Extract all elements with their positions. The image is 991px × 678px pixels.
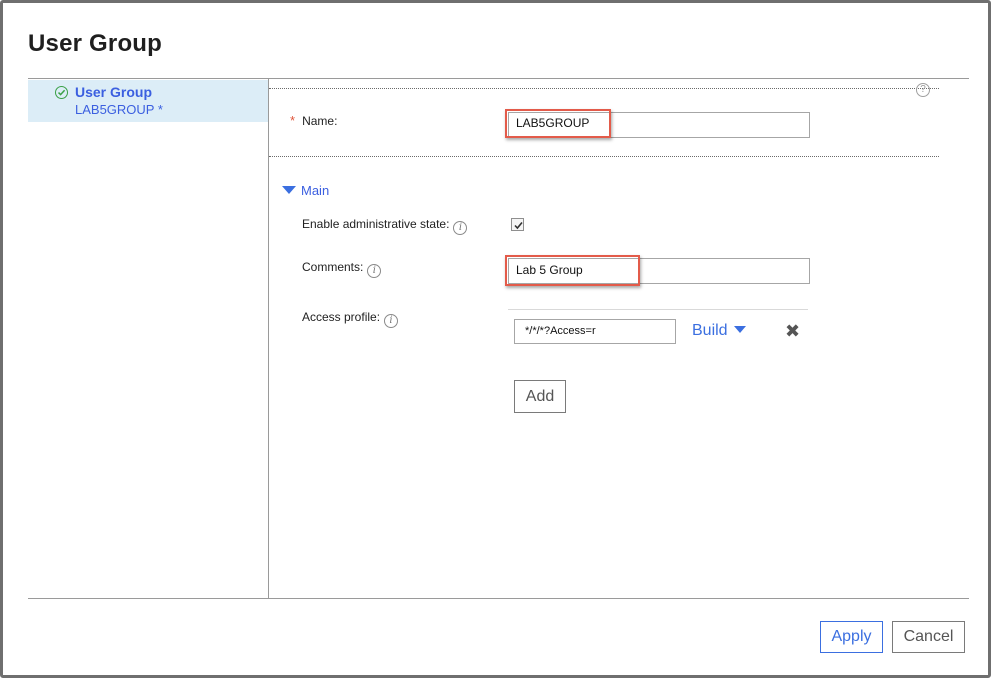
info-icon[interactable]: i [453, 221, 468, 235]
enable-admin-state-label: Enable administrative state: i [302, 217, 468, 235]
header-divider [28, 78, 969, 79]
sidebar-item-subtitle[interactable]: LAB5GROUP * [75, 102, 163, 117]
cancel-button[interactable]: Cancel [892, 621, 965, 653]
x-remove-icon[interactable]: ✖ [785, 321, 800, 342]
sidebar-item-title[interactable]: User Group [75, 84, 152, 100]
enable-admin-state-checkbox[interactable] [511, 218, 524, 231]
access-profile-label: Access profile: i [302, 310, 399, 328]
dialog-title: User Group [28, 30, 163, 57]
build-label: Build [692, 322, 728, 339]
access-profile-label-text: Access profile: [302, 310, 381, 324]
name-label-text: Name: [302, 114, 338, 128]
info-icon[interactable]: i [384, 314, 399, 328]
comments-label: Comments: i [302, 260, 382, 278]
info-icon[interactable]: i [367, 264, 382, 278]
comments-label-text: Comments: [302, 260, 364, 274]
help-icon[interactable]: ? [916, 83, 930, 97]
comments-value-highlight[interactable]: Lab 5 Group [505, 255, 640, 286]
main-section-label: Main [301, 183, 330, 198]
main-section-toggle[interactable]: Main [282, 183, 329, 198]
form-top-dotted-divider [269, 88, 939, 89]
form-name-dotted-divider [269, 156, 939, 157]
footer-divider [28, 598, 969, 599]
check-circle-icon [55, 86, 68, 99]
name-value-highlight[interactable]: LAB5GROUP [505, 109, 611, 138]
add-access-profile-button[interactable]: Add [514, 380, 566, 413]
triangle-down-icon [282, 186, 296, 194]
access-profile-input[interactable]: */*/*?Access=r [514, 319, 676, 344]
required-marker: * [290, 113, 296, 128]
user-group-dialog: User Group User Group LAB5GROUP * ? * Nam… [0, 0, 991, 678]
build-dropdown-button[interactable]: Build [692, 322, 746, 340]
name-label: * Name: [290, 113, 337, 128]
enable-admin-state-label-text: Enable administrative state: [302, 217, 450, 231]
access-profile-divider [508, 309, 808, 310]
triangle-down-icon [733, 326, 746, 333]
apply-button[interactable]: Apply [820, 621, 883, 653]
